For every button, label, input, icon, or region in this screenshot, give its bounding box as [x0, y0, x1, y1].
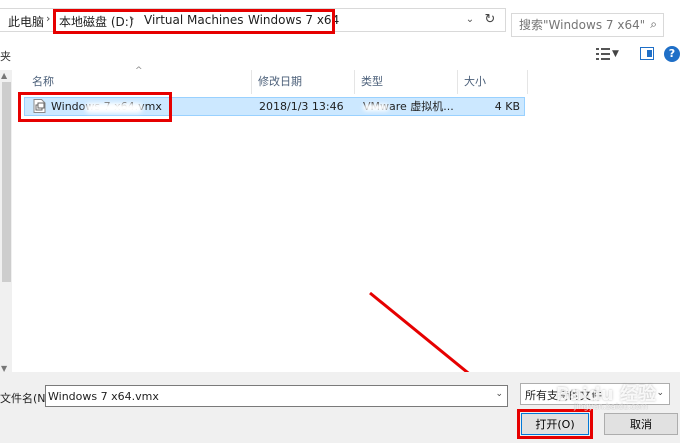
cancel-button[interactable]: 取消: [604, 413, 678, 435]
scrollbar-thumb[interactable]: [2, 82, 11, 282]
new-folder-button[interactable]: 夹: [0, 48, 11, 64]
scroll-up-icon[interactable]: ▲: [1, 71, 7, 80]
preview-pane-icon[interactable]: [640, 47, 654, 60]
chevron-down-icon[interactable]: ⌄: [495, 389, 503, 399]
column-header-type[interactable]: 类型: [355, 70, 458, 94]
refresh-icon[interactable]: ↻: [482, 12, 498, 28]
redaction-mark: [363, 104, 389, 111]
file-modified: 2018/1/3 13:46: [259, 100, 344, 113]
column-header-name[interactable]: 名称: [26, 70, 252, 94]
help-icon[interactable]: ?: [664, 46, 680, 62]
breadcrumb-highlight: [53, 9, 335, 34]
watermark-url: jingyan.baidu.com: [574, 402, 648, 411]
search-icon: ⌕: [650, 17, 657, 31]
filename-field[interactable]: ⌄: [45, 385, 508, 407]
open-button-highlight: [517, 409, 593, 439]
chevron-right-icon[interactable]: ›: [46, 12, 50, 25]
column-header-modified[interactable]: 修改日期: [252, 70, 355, 94]
search-input[interactable]: [519, 15, 644, 35]
file-highlight: [18, 92, 172, 122]
file-size: 4 KB: [494, 100, 520, 113]
view-options-icon[interactable]: [596, 48, 610, 60]
column-header-size[interactable]: 大小: [458, 70, 528, 94]
view-dropdown-icon[interactable]: ▼: [612, 49, 619, 59]
breadcrumb-this-pc[interactable]: 此电脑: [8, 13, 44, 30]
filename-input[interactable]: [48, 387, 488, 405]
chevron-down-icon[interactable]: ⌄: [656, 388, 664, 398]
address-history-dropdown-icon[interactable]: ⌄: [464, 14, 476, 26]
search-box[interactable]: ⌕: [511, 13, 664, 37]
